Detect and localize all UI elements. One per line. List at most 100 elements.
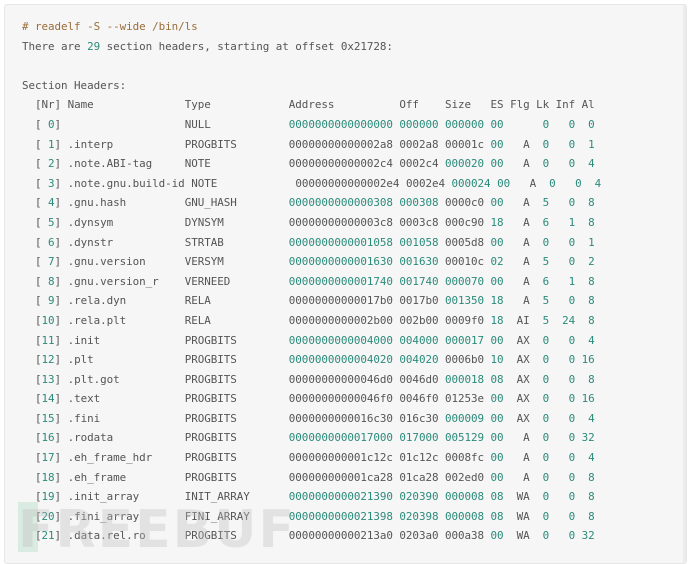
section-name: .init_array — [67, 490, 185, 504]
section-entsize: 02 — [490, 255, 504, 269]
section-name — [68, 118, 185, 131]
section-entsize: 08 — [490, 490, 504, 504]
bracket: ] — [54, 353, 68, 367]
section-nr: 6 — [41, 235, 55, 249]
section-link: 0 — [529, 372, 550, 386]
section-address: 0000000000000308 — [288, 196, 393, 210]
section-link: 0 — [529, 470, 550, 484]
section-info: 0 — [549, 431, 576, 445]
section-nr: 1 — [41, 137, 55, 151]
section-row: [12] .plt PROGBITS 0000000000004020 0040… — [22, 350, 601, 370]
section-row: [ 4] .gnu.hash GNU_HASH 0000000000000308… — [22, 193, 601, 213]
bracket: ] — [54, 235, 68, 249]
section-info: 0 — [549, 392, 576, 406]
section-info: 0 — [549, 470, 576, 484]
section-align: 2 — [575, 255, 595, 269]
readelf-output: # readelf -S --wide /bin/ls There are 29 … — [22, 17, 601, 546]
section-row: [14] .text PROGBITS 00000000000046f0 004… — [22, 389, 601, 409]
bracket: ] — [54, 255, 68, 269]
col-address-header: Address — [288, 98, 400, 112]
section-entsize: 08 — [490, 372, 504, 386]
section-type: NOTE — [184, 157, 289, 171]
section-flags: A — [503, 451, 530, 465]
section-row: [21] .data.rel.ro PROGBITS 0000000000021… — [22, 526, 601, 546]
col-size-header: Size — [444, 98, 491, 112]
section-entsize: 00 — [490, 157, 504, 171]
section-size: 00001c — [444, 137, 485, 151]
section-link: 0 — [529, 431, 550, 445]
bracket: ] — [54, 333, 68, 347]
section-flags: AX — [503, 333, 530, 347]
section-flags: A — [503, 431, 530, 445]
section-table: [ 0] NULL 0000000000000000 000000 000000… — [22, 115, 601, 546]
section-entsize: 00 — [490, 451, 504, 465]
section-offset: 001740 — [399, 274, 439, 288]
section-link: 5 — [529, 294, 550, 308]
section-name: .gnu.version — [67, 255, 185, 269]
section-info: 0 — [555, 176, 582, 190]
section-name: .init — [67, 333, 185, 347]
section-align: 8 — [575, 215, 595, 229]
section-name: .eh_frame — [67, 470, 185, 484]
section-name: .fini_array — [67, 509, 185, 523]
section-nr: 2 — [41, 157, 55, 171]
section-link: 0 — [529, 235, 550, 249]
section-entsize: 00 — [490, 411, 504, 425]
bracket: [ — [22, 470, 42, 484]
section-address: 00000000000002e4 — [295, 176, 400, 190]
section-type: PROGBITS — [184, 411, 289, 425]
section-link: 5 — [529, 255, 550, 269]
section-entsize: 00 — [497, 176, 511, 190]
bracket: ] — [54, 451, 68, 465]
section-size: 01253e — [444, 392, 485, 406]
bracket: ] — [54, 274, 68, 288]
bracket: ] — [54, 117, 68, 131]
section-link: 0 — [529, 157, 550, 171]
section-size: 000000 — [444, 117, 485, 131]
section-offset: 017000 — [399, 431, 439, 445]
section-entsize: 00 — [490, 431, 504, 445]
section-align: 32 — [575, 529, 595, 543]
bracket: ] — [54, 294, 68, 308]
section-nr: 3 — [41, 176, 55, 190]
section-row: [20] .fini_array FINI_ARRAY 000000000002… — [22, 507, 601, 527]
section-address: 00000000000017b0 — [288, 294, 393, 308]
section-row: [15] .fini PROGBITS 0000000000016c30 016… — [22, 409, 601, 429]
section-size: 001350 — [444, 294, 485, 308]
col-flg-header: Flg — [510, 98, 537, 112]
section-align: 8 — [575, 509, 595, 523]
section-entsize: 00 — [490, 333, 504, 347]
section-align: 16 — [575, 392, 595, 406]
section-link: 5 — [529, 196, 550, 210]
bracket: [ — [22, 255, 42, 269]
section-link: 0 — [529, 353, 550, 367]
section-flags: A — [503, 294, 530, 308]
section-nr: 9 — [41, 294, 55, 308]
section-flags: WA — [503, 509, 530, 523]
section-info: 0 — [549, 294, 576, 308]
section-type: PROGBITS — [184, 529, 289, 543]
section-headers-title: Section Headers: — [22, 78, 127, 92]
section-type: VERSYM — [184, 255, 289, 269]
section-align: 4 — [575, 157, 595, 171]
section-flags: A — [510, 176, 537, 190]
section-info: 0 — [549, 157, 576, 171]
section-address: 0000000000002b00 — [288, 313, 393, 327]
col-inf-header: Inf — [555, 98, 582, 112]
section-name: .rodata — [67, 431, 185, 445]
section-type: PROGBITS — [184, 470, 289, 484]
bracket: [ — [22, 372, 42, 386]
section-size: 0006b0 — [444, 353, 485, 367]
section-align: 1 — [575, 235, 595, 249]
section-type: RELA — [184, 313, 289, 327]
section-info: 0 — [549, 372, 576, 386]
section-align: 4 — [581, 176, 602, 190]
section-row: [ 2] .note.ABI-tag NOTE 00000000000002c4… — [22, 154, 601, 174]
section-entsize: 18 — [490, 313, 504, 327]
section-type: STRTAB — [184, 235, 289, 249]
bracket: [ — [22, 157, 42, 171]
col-al-header: Al — [581, 98, 595, 112]
bracket: ] — [54, 313, 68, 327]
bracket: [ — [22, 411, 42, 425]
bracket: [ — [22, 176, 42, 190]
